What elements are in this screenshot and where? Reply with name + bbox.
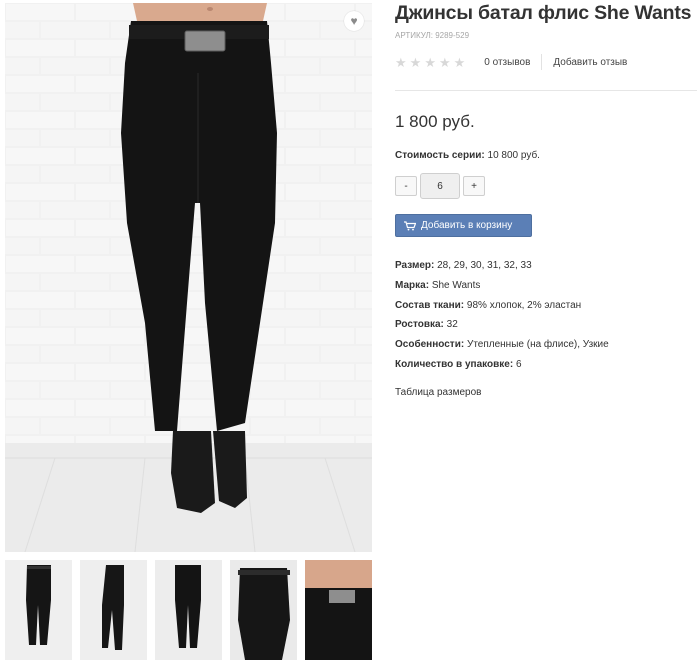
main-product-photo[interactable]: ♥ [5, 3, 372, 552]
star-icon[interactable]: ★ [424, 56, 436, 69]
spec-features: Особенности: Утепленные (на флисе), Узки… [395, 339, 609, 359]
add-review-link[interactable]: Добавить отзыв [553, 57, 627, 68]
spec-brand: Марка: She Wants [395, 280, 609, 300]
thumbnail-5[interactable] [305, 560, 372, 660]
rating-row: ★ ★ ★ ★ ★ 0 отзывов Добавить отзыв [395, 53, 627, 71]
thumbnail-2[interactable] [80, 560, 147, 660]
spec-value: Утепленные (на флисе), Узкие [466, 339, 609, 351]
add-to-cart-label: Добавить в корзину [421, 220, 513, 231]
spec-size: Размер: 28, 29, 30, 31, 32, 33 [395, 260, 609, 280]
spec-height: Ростовка: 32 [395, 319, 609, 339]
spec-label: Марка: [395, 279, 430, 291]
spec-label: Количество в упаковке: [395, 358, 514, 370]
quantity-decrease-button[interactable]: - [395, 176, 417, 196]
spec-label: Особенности: [395, 339, 465, 351]
cart-icon [404, 220, 416, 230]
heart-icon: ♥ [350, 14, 358, 28]
rating-divider [541, 54, 543, 70]
spec-value: 6 [515, 358, 522, 370]
spec-value: She Wants [431, 279, 481, 291]
add-to-cart-button[interactable]: Добавить в корзину [395, 214, 532, 237]
thumbnail-1[interactable] [5, 560, 72, 660]
spec-value: 28, 29, 30, 31, 32, 33 [437, 260, 532, 271]
product-title: Джинсы батал флис She Wants [395, 2, 692, 24]
reviews-count-link[interactable]: 0 отзывов [484, 57, 530, 68]
series-cost-value: 10 800 руб. [487, 150, 540, 161]
quantity-stepper: - + [395, 173, 485, 199]
favorite-button[interactable]: ♥ [344, 11, 364, 31]
spec-label: Состав ткани: [395, 299, 465, 311]
spec-list: Размер: 28, 29, 30, 31, 32, 33 Марка: Sh… [395, 260, 609, 379]
spec-value: 32 [446, 319, 458, 331]
size-table-link[interactable]: Таблица размеров [395, 387, 481, 398]
jeans-photo-image [5, 3, 372, 552]
star-icon[interactable]: ★ [395, 56, 407, 69]
thumbnail-strip [5, 560, 372, 661]
divider [395, 90, 697, 91]
spec-label: Размер: [395, 260, 435, 271]
spec-pack-quantity: Количество в упаковке: 6 [395, 359, 609, 379]
star-icon[interactable]: ★ [454, 56, 466, 69]
quantity-input[interactable] [420, 173, 460, 199]
spec-fabric: Состав ткани: 98% хлопок, 2% эластан [395, 300, 609, 320]
spec-label: Ростовка: [395, 319, 444, 331]
thumbnail-3[interactable] [155, 560, 222, 660]
series-cost: Стоимость серии: 10 800 руб. [395, 150, 540, 161]
star-icon[interactable]: ★ [410, 56, 422, 69]
star-icon[interactable]: ★ [439, 56, 451, 69]
thumbnail-4[interactable] [230, 560, 297, 660]
product-sku: АРТИКУЛ: 9289-529 [395, 31, 470, 40]
series-cost-label: Стоимость серии: [395, 150, 485, 161]
quantity-increase-button[interactable]: + [463, 176, 485, 196]
product-price: 1 800 руб. [395, 112, 475, 131]
spec-value: 98% хлопок, 2% эластан [466, 299, 582, 311]
